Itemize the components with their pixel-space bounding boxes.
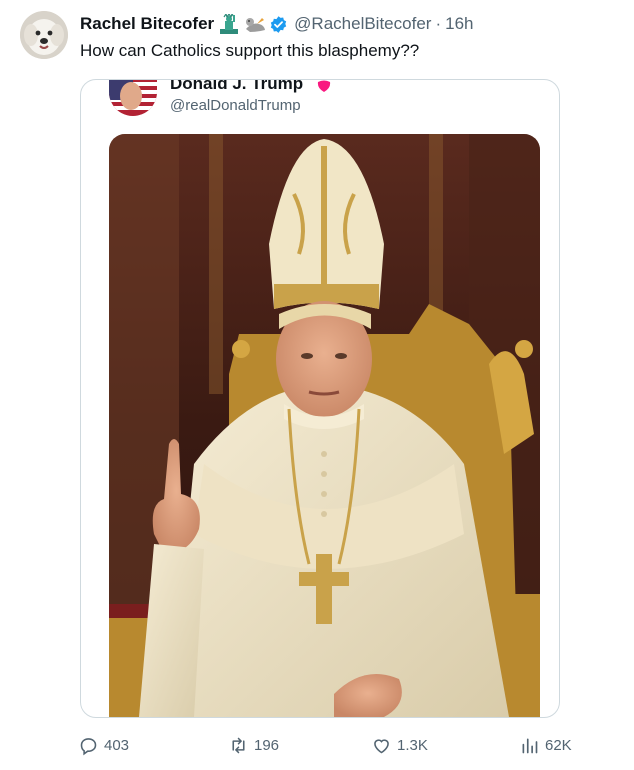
tweet-actions: 403 196 1.3K 62K: [78, 735, 598, 759]
affiliate-badge-icon: [317, 80, 331, 92]
quoted-post[interactable]: Donald J. Trump @realDonaldTrump: [80, 79, 560, 718]
verified-badge-icon[interactable]: [269, 15, 288, 34]
seal-icon: [244, 14, 266, 34]
reply-count: 403: [104, 737, 130, 754]
tweet-text: How can Catholics support this blasphemy…: [80, 41, 420, 60]
reply-icon: [80, 738, 97, 756]
pope-portrait-image[interactable]: [109, 134, 540, 717]
reply-button[interactable]: 403: [78, 735, 129, 756]
repost-button[interactable]: 196: [228, 735, 279, 756]
statue-of-liberty-icon: [218, 12, 240, 34]
flag-avatar-icon: [109, 80, 157, 116]
views-button[interactable]: 62K: [519, 735, 572, 756]
quoted-author-avatar[interactable]: [109, 80, 157, 116]
tweet-header: Rachel Bitecofer @RachelBitecofer · 16h: [80, 12, 473, 35]
views-count: 62K: [545, 737, 572, 754]
author-handle[interactable]: @RachelBitecofer: [294, 14, 431, 34]
dog-avatar-icon: [20, 11, 68, 59]
tweet[interactable]: Rachel Bitecofer @RachelBitecofer · 16h …: [0, 0, 634, 770]
quoted-author-handle[interactable]: @realDonaldTrump: [170, 97, 301, 114]
repost-icon: [232, 737, 245, 754]
like-button[interactable]: 1.3K: [371, 735, 428, 756]
repost-count: 196: [254, 737, 280, 754]
separator-dot: ·: [435, 14, 442, 33]
tweet-timestamp[interactable]: 16h: [445, 14, 473, 34]
author-avatar[interactable]: [20, 11, 68, 59]
views-icon: [522, 738, 538, 754]
author-name[interactable]: Rachel Bitecofer: [80, 14, 214, 34]
like-count: 1.3K: [397, 737, 428, 754]
quoted-author-name[interactable]: Donald J. Trump: [170, 80, 303, 94]
heart-icon: [374, 739, 389, 754]
